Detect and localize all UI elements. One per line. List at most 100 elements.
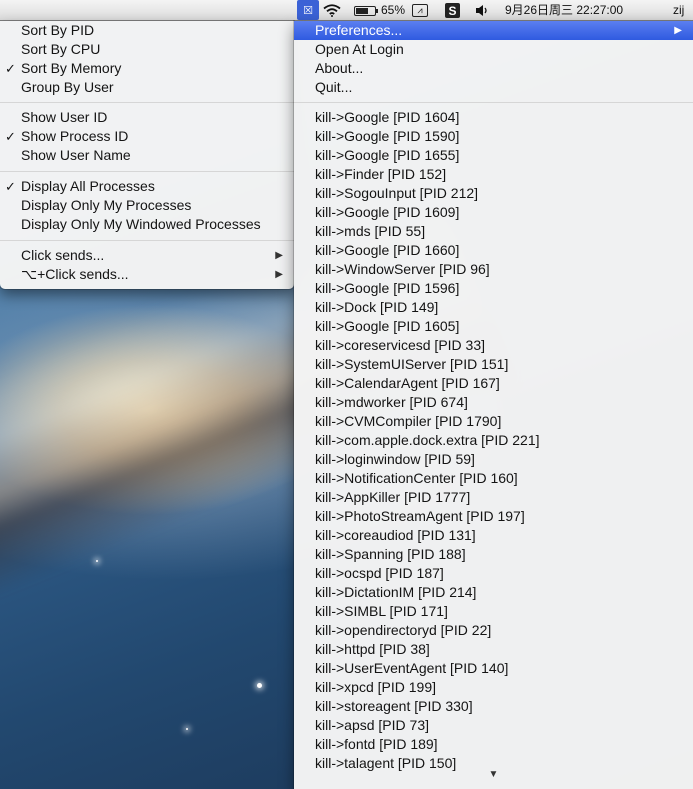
menu-item-label: kill->Spanning [PID 188] [315,546,466,562]
menu-item-display-only-my-processes[interactable]: Display Only My Processes [0,196,294,215]
menu-item-kill-process[interactable]: kill->Google [PID 1604] [294,108,693,127]
menu-item-click-sends[interactable]: Click sends... ▶ [0,246,294,265]
menu-item-kill-process[interactable]: kill->AppKiller [PID 1777] [294,488,693,507]
menu-item-show-user-id[interactable]: Show User ID [0,108,294,127]
menu-item-kill-process[interactable]: kill->loginwindow [PID 59] [294,450,693,469]
menu-item-label: kill->Google [PID 1655] [315,147,460,163]
menu-item-label: Open At Login [315,41,404,57]
menu-item-label: kill->PhotoStreamAgent [PID 197] [315,508,525,524]
menu-item-sort-by-cpu[interactable]: Sort By CPU [0,40,294,59]
menu-item-kill-process[interactable]: kill->ocspd [PID 187] [294,564,693,583]
menu-item-kill-process[interactable]: kill->SIMBL [PID 171] [294,602,693,621]
submenu-arrow-icon: ▶ [674,25,682,36]
menu-item-label: Display Only My Windowed Processes [21,216,261,232]
menu-item-label: kill->opendirectoryd [PID 22] [315,622,492,638]
activity-icon[interactable]: ⩘ [412,4,428,17]
menu-item-kill-process[interactable]: kill->UserEventAgent [PID 140] [294,659,693,678]
checkmark-icon: ✓ [5,61,16,76]
menu-item-label: kill->storeagent [PID 330] [315,698,473,714]
menu-item-kill-process[interactable]: kill->CVMCompiler [PID 1790] [294,412,693,431]
menu-item-label: kill->httpd [PID 38] [315,641,430,657]
menu-item-label: kill->CalendarAgent [PID 167] [315,375,500,391]
menu-item-kill-process[interactable]: kill->Finder [PID 152] [294,165,693,184]
menu-item-label: kill->com.apple.dock.extra [PID 221] [315,432,540,448]
menu-item-kill-process[interactable]: kill->opendirectoryd [PID 22] [294,621,693,640]
menu-item-open-at-login[interactable]: Open At Login [294,40,693,59]
menu-separator [294,102,693,103]
menu-item-label: kill->Finder [PID 152] [315,166,447,182]
menu-item-about[interactable]: About... [294,59,693,78]
menu-item-kill-process[interactable]: kill->mds [PID 55] [294,222,693,241]
wallpaper-star [186,728,188,730]
menu-item-display-only-my-windowed-processes[interactable]: Display Only My Windowed Processes [0,215,294,234]
sogou-input-icon[interactable]: S [445,3,460,18]
menu-item-kill-process[interactable]: kill->Google [PID 1609] [294,203,693,222]
menu-item-kill-process[interactable]: kill->xpcd [PID 199] [294,678,693,697]
menu-item-kill-process[interactable]: kill->apsd [PID 73] [294,716,693,735]
menu-item-option-click-sends[interactable]: ⌥+Click sends... ▶ [0,265,294,284]
menu-item-preferences[interactable]: Preferences... ▶ [294,21,693,40]
menu-item-kill-process[interactable]: kill->Google [PID 1596] [294,279,693,298]
user-name[interactable]: zij [673,0,684,21]
battery-icon[interactable] [352,2,378,19]
menu-item-label: kill->apsd [PID 73] [315,717,429,733]
wifi-icon[interactable] [322,2,342,19]
app-menu-icon[interactable]: ☒ [297,0,319,20]
menu-item-label: Sort By CPU [21,41,101,57]
menu-item-label: Preferences... [315,22,403,38]
menu-item-kill-process[interactable]: kill->DictationIM [PID 214] [294,583,693,602]
clock[interactable]: 9月26日周三 22:27:00 [505,0,623,21]
wallpaper-star [96,560,98,562]
wallpaper-star [257,683,262,688]
menu-item-label: kill->DictationIM [PID 214] [315,584,477,600]
menu-item-label: kill->coreaudiod [PID 131] [315,527,476,543]
menu-item-show-user-name[interactable]: Show User Name [0,146,294,165]
submenu-arrow-icon: ▶ [275,250,283,261]
menu-item-label: kill->Google [PID 1605] [315,318,460,334]
menu-item-kill-process[interactable]: kill->coreservicesd [PID 33] [294,336,693,355]
menu-item-kill-process[interactable]: kill->coreaudiod [PID 131] [294,526,693,545]
menu-item-label: kill->loginwindow [PID 59] [315,451,475,467]
menu-item-label: kill->Google [PID 1609] [315,204,460,220]
menu-item-label: ⌥+Click sends... [21,266,129,282]
menu-item-label: kill->UserEventAgent [PID 140] [315,660,509,676]
menu-item-kill-process[interactable]: kill->SogouInput [PID 212] [294,184,693,203]
menu-separator [0,171,294,172]
menu-item-label: kill->mdworker [PID 674] [315,394,468,410]
menu-item-label: Show User Name [21,147,131,163]
submenu-arrow-icon: ▶ [275,269,283,280]
menu-item-group-by-user[interactable]: Group By User [0,78,294,97]
menu-item-kill-process[interactable]: kill->PhotoStreamAgent [PID 197] [294,507,693,526]
menu-item-kill-process[interactable]: kill->com.apple.dock.extra [PID 221] [294,431,693,450]
menu-item-kill-process[interactable]: kill->NotificationCenter [PID 160] [294,469,693,488]
volume-icon[interactable] [474,2,490,19]
menu-item-kill-process[interactable]: kill->Dock [PID 149] [294,298,693,317]
menu-item-display-all-processes[interactable]: ✓ Display All Processes [0,177,294,196]
menu-item-kill-process[interactable]: kill->storeagent [PID 330] [294,697,693,716]
menu-item-kill-process[interactable]: kill->Google [PID 1590] [294,127,693,146]
menu-item-kill-process[interactable]: kill->Google [PID 1655] [294,146,693,165]
menu-item-label: kill->ocspd [PID 187] [315,565,444,581]
scroll-down-arrow-icon[interactable]: ▼ [294,767,693,783]
menu-item-label: kill->Dock [PID 149] [315,299,439,315]
menu-item-kill-process[interactable]: kill->SystemUIServer [PID 151] [294,355,693,374]
menu-item-kill-process[interactable]: kill->Google [PID 1605] [294,317,693,336]
menu-item-show-process-id[interactable]: ✓ Show Process ID [0,127,294,146]
menu-item-label: Display Only My Processes [21,197,192,213]
menu-item-kill-process[interactable]: kill->fontd [PID 189] [294,735,693,754]
menu-item-kill-process[interactable]: kill->httpd [PID 38] [294,640,693,659]
menu-item-label: kill->Google [PID 1590] [315,128,460,144]
menu-item-kill-process[interactable]: kill->WindowServer [PID 96] [294,260,693,279]
menu-item-kill-process[interactable]: kill->Spanning [PID 188] [294,545,693,564]
menu-item-label: kill->Google [PID 1596] [315,280,460,296]
menu-item-quit[interactable]: Quit... [294,78,693,97]
menu-item-kill-process[interactable]: kill->CalendarAgent [PID 167] [294,374,693,393]
menu-item-sort-by-pid[interactable]: Sort By PID [0,21,294,40]
menu-item-kill-process[interactable]: kill->mdworker [PID 674] [294,393,693,412]
menu-item-sort-by-memory[interactable]: ✓ Sort By Memory [0,59,294,78]
battery-percent: 65% [381,3,406,17]
menu-item-label: kill->SystemUIServer [PID 151] [315,356,509,372]
menu-item-label: Click sends... [21,247,105,263]
menu-item-kill-process[interactable]: kill->Google [PID 1660] [294,241,693,260]
menu-item-label: kill->fontd [PID 189] [315,736,438,752]
